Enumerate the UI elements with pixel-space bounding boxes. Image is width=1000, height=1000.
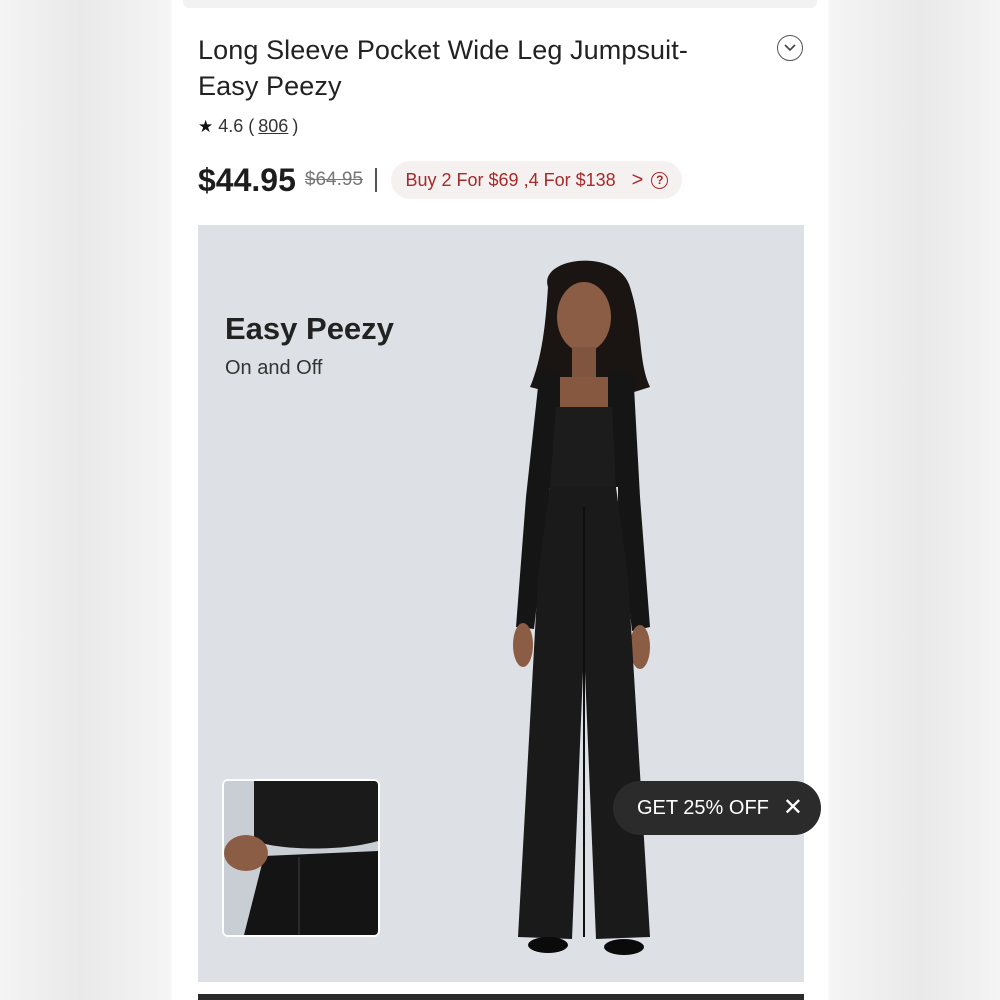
expand-details-button[interactable] xyxy=(777,35,803,61)
chevron-down-icon xyxy=(784,44,796,52)
product-page: Long Sleeve Pocket Wide Leg Jumpsuit-Eas… xyxy=(173,0,827,1000)
review-count-link[interactable]: 806 xyxy=(258,116,288,137)
price-row: $44.95 $64.95 Buy 2 For $69 ,4 For $138 … xyxy=(198,160,683,200)
original-price: $64.95 xyxy=(304,169,363,190)
close-icon[interactable]: ✕ xyxy=(783,796,803,820)
product-image[interactable]: Easy Peezy On and Off xyxy=(198,225,804,982)
bundle-promo-button[interactable]: Buy 2 For $69 ,4 For $138 > ? xyxy=(390,161,683,199)
rating-open-paren: ( xyxy=(248,116,255,136)
chevron-right-icon: > xyxy=(631,168,644,191)
rating-close-paren: ) xyxy=(292,116,299,136)
current-price: $44.95 xyxy=(198,161,296,198)
background-frame: Long Sleeve Pocket Wide Leg Jumpsuit-Eas… xyxy=(0,0,1000,1000)
hero-headline: Easy Peezy xyxy=(225,311,394,346)
hero-subheadline: On and Off xyxy=(225,357,323,379)
rating-summary: ★ 4.6 ( 806 ) xyxy=(198,116,298,137)
top-edge xyxy=(183,0,817,8)
product-title: Long Sleeve Pocket Wide Leg Jumpsuit-Eas… xyxy=(198,35,688,101)
detail-thumbnail[interactable] xyxy=(222,779,380,937)
model-illustration xyxy=(513,260,650,955)
price-divider xyxy=(375,168,377,192)
discount-popup[interactable]: GET 25% OFF ✕ xyxy=(613,781,821,835)
discount-label: GET 25% OFF xyxy=(637,796,769,819)
waist-detail-illustration xyxy=(224,781,378,935)
rating-value: 4.6 xyxy=(218,116,244,136)
promo-text: Buy 2 For $69 ,4 For $138 xyxy=(405,169,616,190)
star-icon: ★ xyxy=(198,116,214,136)
question-icon[interactable]: ? xyxy=(651,171,669,189)
next-images-strip xyxy=(198,994,804,1000)
